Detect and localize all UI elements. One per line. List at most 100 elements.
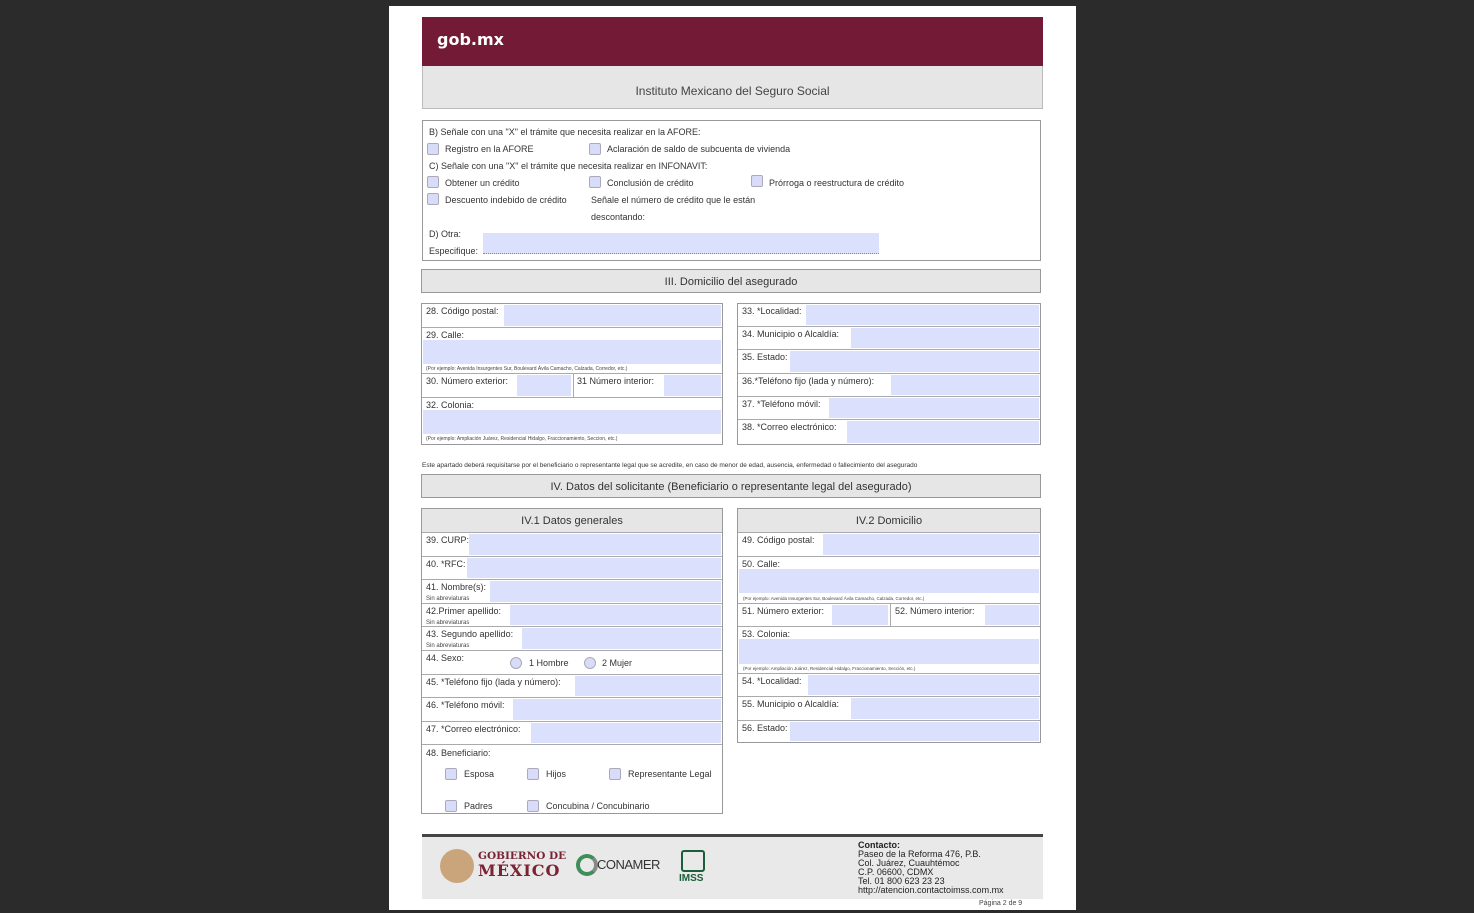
estado-input[interactable] — [790, 351, 1039, 372]
otra-label: D) Otra: — [429, 229, 462, 239]
label-obtener-credito: Obtener un crédito — [445, 178, 520, 188]
iv-municipio-input[interactable] — [851, 698, 1039, 719]
correo-label: 38. *Correo electrónico: — [742, 422, 837, 432]
iv-estado-input[interactable] — [790, 722, 1039, 741]
cp-input[interactable] — [504, 305, 721, 326]
iv-num-ext-input[interactable] — [832, 605, 888, 625]
iv2-header: IV.2 Domicilio — [738, 509, 1040, 533]
iv-tel-fijo-input[interactable] — [575, 676, 721, 696]
label-conclusion-credito: Conclusión de crédito — [607, 178, 694, 188]
correo-input[interactable] — [847, 421, 1039, 443]
checkbox-afore-registro[interactable] — [427, 143, 439, 155]
rfc-input[interactable] — [467, 558, 721, 578]
calle-label: 29. Calle: — [426, 330, 465, 340]
contact-url[interactable]: http://atencion.contactoimss.com.mx — [858, 886, 1004, 895]
iv-cp-label: 49. Código postal: — [742, 535, 815, 545]
conamer-logo: CONAMER — [597, 857, 660, 872]
iv-tel-movil-input[interactable] — [513, 699, 721, 720]
domicilio-left: 28. Código postal: 29. Calle: (Por ejemp… — [421, 303, 723, 445]
checkbox-hijos[interactable] — [527, 768, 539, 780]
label-prorroga: Prórroga o reestructura de crédito — [769, 178, 905, 188]
checkbox-padres[interactable] — [445, 800, 457, 812]
iv-tel-fijo-label: 45. *Teléfono fijo (lada y número): — [426, 677, 561, 687]
iv-colonia-label: 53. Colonia: — [742, 629, 791, 639]
credit-number-note-2: descontando: — [591, 212, 646, 222]
section-iii-header: III. Domicilio del asegurado — [421, 269, 1041, 293]
checkbox-conclusion-credito[interactable] — [589, 176, 601, 188]
tel-fijo-input[interactable] — [891, 375, 1039, 395]
localidad-label: 33. *Localidad: — [742, 306, 802, 316]
localidad-input[interactable] — [806, 305, 1039, 325]
iv-colonia-input[interactable] — [739, 639, 1039, 664]
iv-cp-input[interactable] — [823, 534, 1039, 555]
nombre-label: 41. Nombre(s): — [426, 582, 487, 592]
checkbox-esposa[interactable] — [445, 768, 457, 780]
label-afore-registro: Registro en la AFORE — [445, 144, 534, 154]
segundo-apellido-label: 43. Segundo apellido: — [426, 629, 514, 639]
label-descuento-indebido: Descuento indebido de crédito — [445, 195, 567, 205]
iv-correo-input[interactable] — [531, 723, 721, 743]
iv-calle-hint: (Por ejemplo: Avenida Insurgentes Sur, B… — [743, 596, 925, 601]
iv-num-ext-label: 51. Número exterior: — [742, 606, 825, 616]
credit-number-note: Señale el número de crédito que le están — [591, 195, 756, 205]
iv-correo-label: 47. *Correo electrónico: — [426, 724, 521, 734]
iv-num-int-label: 52. Número interior: — [895, 606, 975, 616]
num-ext-input[interactable] — [517, 375, 571, 396]
label-aclaracion-saldo: Aclaración de saldo de subcuenta de vivi… — [607, 144, 791, 154]
especifique-input[interactable] — [483, 233, 879, 254]
curp-label: 39. CURP: — [426, 535, 470, 545]
iv-calle-input[interactable] — [739, 569, 1039, 593]
segundo-apellido-hint: Sin abreviaturas — [426, 643, 470, 649]
beneficiario-label: 48. Beneficiario: — [426, 748, 491, 758]
curp-input[interactable] — [469, 534, 721, 555]
estado-label: 35. Estado: — [742, 352, 788, 362]
primer-apellido-label: 42.Primer apellido: — [426, 606, 502, 616]
especifique-label: Especifique: — [429, 246, 479, 256]
mujer-label: 2 Mujer — [602, 658, 633, 668]
iv-calle-label: 50. Calle: — [742, 559, 781, 569]
notice-text: Este apartado deberá requisitarse por el… — [422, 462, 918, 469]
radio-mujer[interactable] — [584, 657, 596, 669]
tel-movil-input[interactable] — [829, 398, 1039, 418]
checkbox-aclaracion-saldo[interactable] — [589, 143, 601, 155]
form-page: gob.mx Instituto Mexicano del Seguro Soc… — [389, 6, 1076, 910]
hijos-label: Hijos — [546, 769, 567, 779]
checkbox-prorroga[interactable] — [751, 175, 763, 187]
checkbox-obtener-credito[interactable] — [427, 176, 439, 188]
calle-hint: (Por ejemplo: Avenida Insurgentes Sur, B… — [426, 366, 628, 372]
calle-input[interactable] — [423, 340, 721, 364]
municipio-input[interactable] — [851, 328, 1039, 348]
num-int-input[interactable] — [664, 375, 721, 396]
tel-movil-label: 37. *Teléfono móvil: — [742, 399, 821, 409]
imss-logo: IMSS — [679, 873, 704, 884]
tel-fijo-label: 36.*Teléfono fijo (lada y número): — [742, 376, 875, 386]
page-number: Página 2 de 9 — [979, 900, 1023, 907]
radio-hombre[interactable] — [510, 657, 522, 669]
colonia-hint: (Por ejemplo: Ampliación Juárez, Residen… — [426, 436, 618, 442]
nombre-input[interactable] — [490, 581, 721, 602]
iv-localidad-input[interactable] — [808, 675, 1039, 695]
hombre-label: 1 Hombre — [529, 658, 569, 668]
colonia-label: 32. Colonia: — [426, 400, 475, 410]
gob-mexico-seal-icon — [440, 849, 474, 883]
representante-label: Representante Legal — [628, 769, 712, 779]
primer-apellido-input[interactable] — [510, 605, 721, 625]
colonia-input[interactable] — [423, 410, 721, 434]
num-ext-label: 30. Número exterior: — [426, 376, 509, 386]
checkbox-representante[interactable] — [609, 768, 621, 780]
rfc-label: 40. *RFC: — [426, 559, 466, 569]
imss-eagle-icon — [681, 850, 705, 872]
iv-num-int-input[interactable] — [985, 605, 1039, 625]
iv-colonia-hint: (Por ejemplo: Ampliación Juárez, Residen… — [743, 666, 916, 671]
cp-label: 28. Código postal: — [426, 306, 499, 316]
primer-apellido-hint: Sin abreviaturas — [426, 620, 470, 626]
sexo-label: 44. Sexo: — [426, 653, 465, 663]
gob-header: gob.mx — [422, 17, 1043, 66]
datos-generales: IV.1 Datos generales 39. CURP: 40. *RFC:… — [421, 508, 723, 814]
iv-municipio-label: 55. Municipio o Alcaldía: — [742, 699, 840, 709]
domicilio-right: 33. *Localidad: 34. Municipio o Alcaldía… — [737, 303, 1041, 445]
checkbox-concubina[interactable] — [527, 800, 539, 812]
checkbox-descuento-indebido[interactable] — [427, 193, 439, 205]
conamer-logo-icon — [576, 854, 598, 876]
segundo-apellido-input[interactable] — [522, 628, 721, 649]
